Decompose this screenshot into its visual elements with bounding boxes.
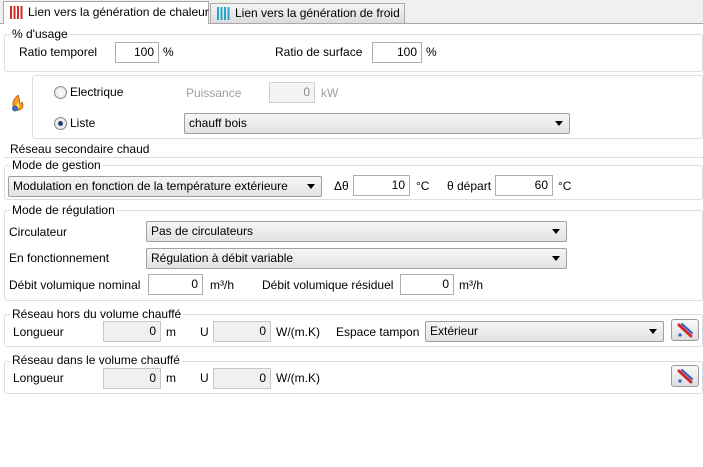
espace-tampon-select[interactable]: Extérieur: [425, 321, 664, 342]
hors-longueur-input[interactable]: 0: [103, 321, 161, 342]
pipe-edit-icon: [677, 323, 693, 338]
delta-theta-label: Δθ: [334, 179, 349, 193]
ratio-surface-label: Ratio de surface: [275, 45, 363, 59]
chevron-down-icon: [307, 184, 315, 189]
fonctionnement-value: Régulation à débit variable: [151, 251, 294, 265]
dans-u-input[interactable]: 0: [213, 368, 271, 389]
ratio-temporel-label: Ratio temporel: [19, 45, 98, 59]
puissance-unit: kW: [321, 86, 339, 100]
hors-pipe-edit-button[interactable]: [671, 319, 699, 341]
debit-nominal-unit: m³/h: [210, 278, 234, 292]
mode-gestion-select[interactable]: Modulation en fonction de la température…: [8, 176, 322, 197]
delta-theta-unit: °C: [416, 179, 430, 193]
dans-volume-title: Réseau dans le volume chauffé: [10, 353, 182, 367]
hors-u-label: U: [200, 325, 209, 339]
pipe-edit-icon: [677, 369, 693, 384]
ratio-temporel-unit: %: [163, 45, 174, 59]
dans-longueur-label: Longueur: [13, 371, 64, 385]
liste-radio[interactable]: [54, 117, 67, 130]
chevron-down-icon: [552, 229, 560, 234]
hors-longueur-label: Longueur: [13, 325, 64, 339]
puissance-label: Puissance: [186, 86, 242, 100]
theta-depart-unit: °C: [558, 179, 572, 193]
circulateur-select[interactable]: Pas de circulateurs: [146, 221, 567, 242]
liste-label[interactable]: Liste: [70, 116, 95, 130]
radiator-heat-icon: [10, 6, 23, 19]
hors-u-unit: W/(m.K): [276, 325, 320, 339]
ratio-temporel-input[interactable]: 100: [115, 42, 159, 63]
debit-residuel-input[interactable]: 0: [400, 274, 454, 295]
liste-select[interactable]: chauff bois: [184, 113, 570, 134]
chevron-down-icon: [649, 329, 657, 334]
chevron-down-icon: [552, 256, 560, 261]
dans-longueur-unit: m: [166, 371, 176, 385]
reseau-divider: [4, 157, 703, 158]
debit-residuel-label: Débit volumique résiduel: [262, 278, 394, 292]
puissance-input[interactable]: 0: [269, 82, 315, 103]
dans-longueur-input[interactable]: 0: [103, 368, 161, 389]
fonctionnement-label: En fonctionnement: [9, 251, 110, 265]
usage-group-title: % d'usage: [10, 27, 70, 41]
electrique-radio[interactable]: [54, 86, 67, 99]
liste-select-value: chauff bois: [189, 116, 247, 130]
theta-depart-input[interactable]: 60: [495, 175, 553, 196]
espace-tampon-value: Extérieur: [430, 324, 479, 338]
flame-icon: [12, 94, 24, 112]
mode-gestion-value: Modulation en fonction de la température…: [13, 179, 288, 193]
debit-residuel-unit: m³/h: [459, 278, 483, 292]
mode-gestion-title: Mode de gestion: [10, 158, 103, 172]
debit-nominal-input[interactable]: 0: [148, 274, 203, 295]
circulateur-value: Pas de circulateurs: [151, 224, 254, 238]
theta-depart-label: θ départ: [447, 179, 492, 193]
delta-theta-input[interactable]: 10: [353, 175, 410, 196]
ratio-surface-input[interactable]: 100: [372, 42, 422, 63]
circulateur-label: Circulateur: [9, 225, 68, 239]
mode-regulation-title: Mode de régulation: [10, 203, 117, 217]
hors-longueur-unit: m: [166, 325, 176, 339]
espace-tampon-label: Espace tampon: [336, 325, 420, 339]
tab-cold-label: Lien vers la génération de froid: [235, 6, 400, 20]
tab-heat-label: Lien vers la génération de chaleur: [28, 5, 209, 19]
dans-pipe-edit-button[interactable]: [671, 365, 699, 387]
dans-u-label: U: [200, 371, 209, 385]
electrique-label[interactable]: Electrique: [70, 85, 123, 99]
dans-u-unit: W/(m.K): [276, 371, 320, 385]
hors-volume-title: Réseau hors du volume chauffé: [10, 307, 184, 321]
debit-nominal-label: Débit volumique nominal: [9, 278, 141, 292]
fonctionnement-select[interactable]: Régulation à débit variable: [146, 248, 567, 269]
hors-u-input[interactable]: 0: [213, 321, 271, 342]
ratio-surface-unit: %: [426, 45, 437, 59]
reseau-title: Réseau secondaire chaud: [10, 142, 150, 156]
radiator-cold-icon: [217, 7, 230, 20]
tab-heat-generation[interactable]: Lien vers la génération de chaleur: [3, 1, 209, 24]
tab-cold-generation[interactable]: Lien vers la génération de froid: [210, 3, 405, 23]
tab-bar: Lien vers la génération de chaleur Lien …: [0, 0, 703, 24]
chevron-down-icon: [555, 121, 563, 126]
